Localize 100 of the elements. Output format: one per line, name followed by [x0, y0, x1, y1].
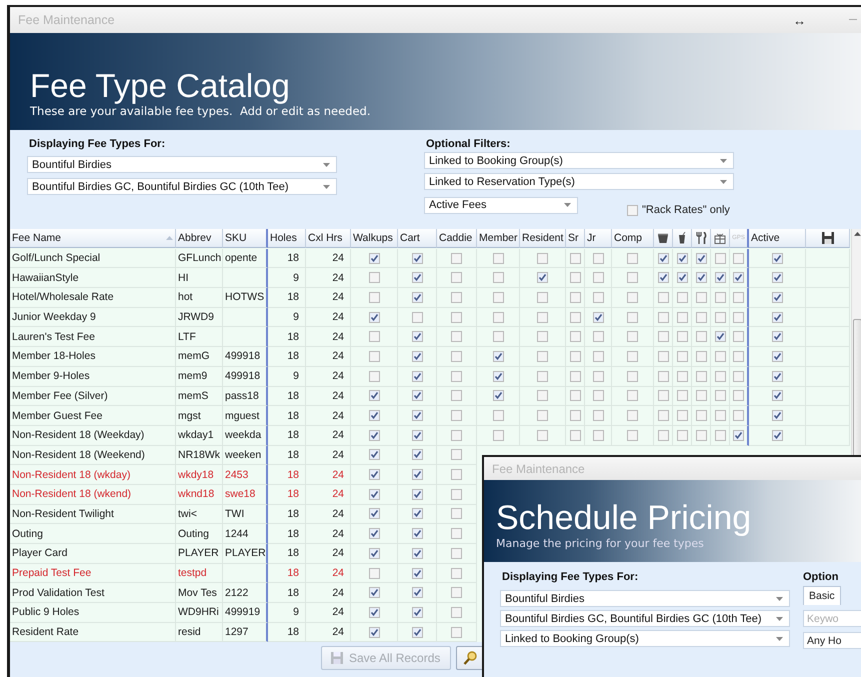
cancel-hours-cell: 24: [306, 268, 351, 288]
column-header[interactable]: SKU: [223, 229, 268, 248]
cancel-hours-cell: 24: [306, 484, 351, 505]
abbrev-cell: WD9HRi: [176, 603, 223, 623]
sku-cell: mguest: [223, 406, 268, 426]
cancel-hours-cell: 24: [306, 406, 351, 426]
sku-cell: 499919: [223, 603, 268, 623]
holes-cell: 18: [268, 327, 306, 348]
dropdown[interactable]: Linked to Booking Group(s): [424, 152, 734, 169]
column-header[interactable]: Fee Name: [10, 229, 176, 248]
column-header[interactable]: Active: [749, 229, 806, 248]
abbrev-cell: HI: [176, 268, 223, 288]
sku-cell: TWI: [223, 504, 268, 524]
tab[interactable]: Basic: [803, 586, 841, 605]
abbrev-cell: mgst: [176, 406, 223, 426]
abbrev-cell: twi<: [176, 504, 223, 524]
abbrev-cell: JRWD9: [176, 308, 223, 328]
abbrev-cell: Mov Tes: [176, 583, 223, 604]
cancel-hours-cell: 24: [306, 248, 351, 268]
sku-cell: pass18: [223, 386, 268, 406]
cancel-hours-cell: 24: [306, 603, 351, 623]
page-title: Schedule Pricing: [496, 499, 752, 537]
sku-cell: opente: [223, 248, 268, 268]
filter-label: Displaying Fee Types For:: [502, 571, 638, 583]
fee-name-cell: Junior Weekday 9: [10, 308, 176, 328]
column-header[interactable]: Walkups: [351, 229, 398, 248]
keyword-field[interactable]: Keywo: [803, 610, 861, 627]
abbrev-cell: LTF: [176, 327, 223, 348]
dropdown[interactable]: Linked to Booking Group(s): [500, 630, 790, 647]
abbrev-cell: wkdy18: [176, 465, 223, 485]
dropdown[interactable]: Linked to Reservation Type(s): [424, 173, 734, 190]
sku-cell: PLAYER: [223, 544, 268, 564]
cancel-hours-cell: 24: [306, 583, 351, 604]
window-title: Fee Maintenance: [18, 13, 115, 27]
dropdown[interactable]: Bountiful Birdies: [27, 156, 337, 173]
dropdown[interactable]: Bountiful Birdies GC, Bountiful Birdies GC (10th Tee): [500, 610, 790, 627]
holes-cell: 18: [268, 248, 306, 268]
fee-name-cell: Non-Resident Twilight: [10, 504, 176, 524]
resize-glyph[interactable]: ↔: [793, 12, 806, 28]
sku-cell: 499918: [223, 347, 268, 367]
cancel-hours-cell: 24: [306, 327, 351, 348]
holes-cell: 18: [268, 564, 306, 584]
abbrev-cell: GFLunch: [176, 248, 223, 268]
holes-cell: 18: [268, 406, 306, 426]
dropdown[interactable]: Bountiful Birdies GC, Bountiful Birdies GC (10th Tee): [27, 178, 337, 195]
fee-name-cell: Member 9-Holes: [10, 366, 176, 386]
holes-dropdown[interactable]: Any Ho: [803, 632, 861, 649]
column-header[interactable]: Member: [477, 229, 520, 248]
cancel-hours-cell: 24: [306, 446, 351, 466]
fee-name-cell: Non-Resident 18 (Weekend): [10, 446, 176, 466]
page-title: Fee Type Catalog: [30, 68, 290, 104]
holes-cell: 18: [268, 288, 306, 308]
abbrev-cell: wkday1: [176, 426, 223, 446]
cancel-hours-cell: 24: [306, 288, 351, 308]
dropdown[interactable]: Bountiful Birdies: [500, 590, 790, 607]
holes-cell: 18: [268, 583, 306, 604]
fee-name-cell: Non-Resident 18 (wkend): [10, 484, 176, 505]
abbrev-cell: testpd: [176, 564, 223, 584]
dropdown[interactable]: Active Fees: [424, 196, 578, 214]
page-subtitle: Manage the pricing for your fee types: [496, 537, 704, 550]
sku-cell: HOTWS: [223, 288, 268, 308]
column-header[interactable]: Cart: [398, 229, 437, 248]
holes-cell: 18: [268, 347, 306, 367]
sku-cell: 499918: [223, 366, 268, 386]
holes-cell: 18: [268, 465, 306, 485]
column-header[interactable]: Cxl Hrs: [306, 229, 351, 248]
holes-cell: 18: [268, 544, 306, 564]
cancel-hours-cell: 24: [306, 564, 351, 584]
cancel-hours-cell: 24: [306, 366, 351, 386]
filter-label: Optional Filters:: [426, 138, 510, 150]
abbrev-cell: PLAYER: [176, 544, 223, 564]
abbrev-cell: memS: [176, 386, 223, 406]
sku-cell: 2122: [223, 583, 268, 604]
filter-label: Option: [803, 571, 838, 583]
column-header[interactable]: Caddie: [437, 229, 477, 248]
holes-cell: 9: [268, 603, 306, 623]
cancel-hours-cell: 24: [306, 504, 351, 524]
column-header[interactable]: Resident: [520, 229, 566, 248]
holes-cell: 18: [268, 386, 306, 406]
checkbox-label: "Rack Rates" only: [642, 204, 730, 216]
fee-name-cell: Non-Resident 18 (wkday): [10, 465, 176, 485]
sku-cell: swe18: [223, 484, 268, 505]
window-title: Fee Maintenance: [492, 462, 585, 476]
abbrev-cell: hot: [176, 288, 223, 308]
holes-cell: 9: [268, 366, 306, 386]
fee-name-cell: Non-Resident 18 (Weekday): [10, 426, 176, 446]
column-header[interactable]: Jr: [585, 229, 612, 248]
abbrev-cell: wknd18: [176, 484, 223, 505]
column-header[interactable]: Abbrev: [176, 229, 223, 248]
sku-cell: weekda: [223, 426, 268, 446]
cancel-hours-cell: 24: [306, 426, 351, 446]
column-header[interactable]: Holes: [268, 229, 306, 248]
fee-name-cell: Lauren's Test Fee: [10, 327, 176, 348]
fee-name-cell: Outing: [10, 524, 176, 544]
abbrev-cell: memG: [176, 347, 223, 367]
fee-name-cell: Public 9 Holes: [10, 603, 176, 623]
column-header[interactable]: Comp: [612, 229, 654, 248]
filter-label: Displaying Fee Types For:: [29, 138, 166, 150]
column-header[interactable]: Sr: [566, 229, 585, 248]
fee-name-cell: Member Fee (Silver): [10, 386, 176, 406]
